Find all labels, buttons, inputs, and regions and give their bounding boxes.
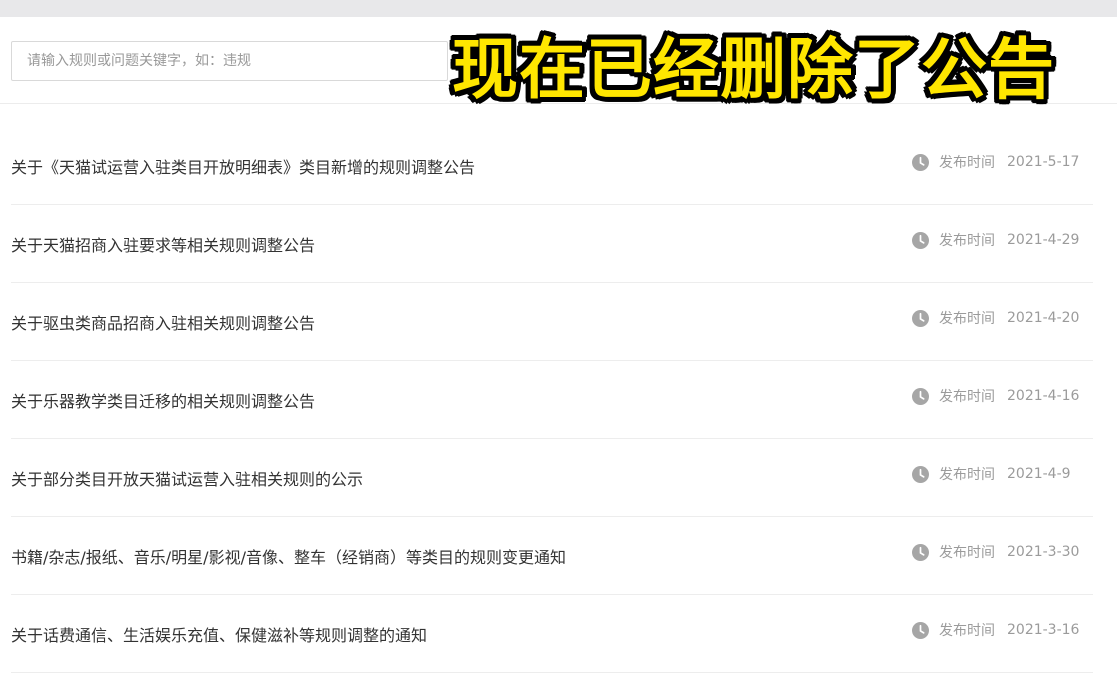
publish-meta: 发布时间 2021-4-16 xyxy=(912,387,1079,405)
publish-time-label: 发布时间 xyxy=(939,233,995,249)
clock-icon xyxy=(912,153,929,171)
publish-date: 2021-3-30 xyxy=(1007,544,1080,560)
list-item: 关于乐器教学类目迁移的相关规则调整公告 发布时间 2021-4-16 xyxy=(11,361,1093,439)
top-strip xyxy=(0,0,1117,17)
publish-meta: 发布时间 2021-5-17 xyxy=(912,153,1079,171)
publish-meta: 发布时间 2021-4-29 xyxy=(912,231,1079,249)
list-item: 关于天猫招商入驻要求等相关规则调整公告 发布时间 2021-4-29 xyxy=(11,205,1093,283)
publish-time-label: 发布时间 xyxy=(939,155,995,171)
publish-meta: 发布时间 2021-4-20 xyxy=(912,309,1079,327)
publish-date: 2021-5-17 xyxy=(1007,154,1080,170)
publish-time-label: 发布时间 xyxy=(939,545,995,561)
publish-time-label: 发布时间 xyxy=(939,623,995,639)
clock-icon xyxy=(912,387,929,405)
publish-date: 2021-3-16 xyxy=(1007,622,1080,638)
clock-icon xyxy=(912,543,929,561)
overlay-caption: 现在已经删除了公告 xyxy=(452,31,1055,108)
publish-time-label: 发布时间 xyxy=(939,467,995,483)
clock-icon xyxy=(912,231,929,249)
announcement-title-link[interactable]: 书籍/杂志/报纸、音乐/明星/影视/音像、整车（经销商）等类目的规则变更通知 xyxy=(11,544,566,568)
search-input[interactable] xyxy=(11,41,448,81)
publish-time-label: 发布时间 xyxy=(939,311,995,327)
announcement-title-link[interactable]: 关于天猫招商入驻要求等相关规则调整公告 xyxy=(11,232,315,256)
clock-icon xyxy=(912,465,929,483)
announcement-title-link[interactable]: 关于乐器教学类目迁移的相关规则调整公告 xyxy=(11,388,315,412)
publish-date: 2021-4-16 xyxy=(1007,388,1080,404)
announcement-title-link[interactable]: 关于话费通信、生活娱乐充值、保健滋补等规则调整的通知 xyxy=(11,622,427,646)
list-item: 关于话费通信、生活娱乐充值、保健滋补等规则调整的通知 发布时间 2021-3-1… xyxy=(11,595,1093,673)
publish-meta: 发布时间 2021-3-16 xyxy=(912,621,1079,639)
announcement-list: 关于《天猫试运营入驻类目开放明细表》类目新增的规则调整公告 发布时间 2021-… xyxy=(11,127,1093,673)
publish-date: 2021-4-29 xyxy=(1007,232,1080,248)
list-item: 关于驱虫类商品招商入驻相关规则调整公告 发布时间 2021-4-20 xyxy=(11,283,1093,361)
publish-meta: 发布时间 2021-4-9 xyxy=(912,465,1071,483)
announcement-title-link[interactable]: 关于驱虫类商品招商入驻相关规则调整公告 xyxy=(11,310,315,334)
clock-icon xyxy=(912,309,929,327)
publish-meta: 发布时间 2021-3-30 xyxy=(912,543,1079,561)
list-item: 书籍/杂志/报纸、音乐/明星/影视/音像、整车（经销商）等类目的规则变更通知 发… xyxy=(11,517,1093,595)
list-item: 关于部分类目开放天猫试运营入驻相关规则的公示 发布时间 2021-4-9 xyxy=(11,439,1093,517)
publish-date: 2021-4-9 xyxy=(1007,466,1071,482)
list-item: 关于《天猫试运营入驻类目开放明细表》类目新增的规则调整公告 发布时间 2021-… xyxy=(11,127,1093,205)
clock-icon xyxy=(912,621,929,639)
announcement-title-link[interactable]: 关于部分类目开放天猫试运营入驻相关规则的公示 xyxy=(11,466,363,490)
announcement-title-link[interactable]: 关于《天猫试运营入驻类目开放明细表》类目新增的规则调整公告 xyxy=(11,154,475,178)
publish-time-label: 发布时间 xyxy=(939,389,995,405)
publish-date: 2021-4-20 xyxy=(1007,310,1080,326)
